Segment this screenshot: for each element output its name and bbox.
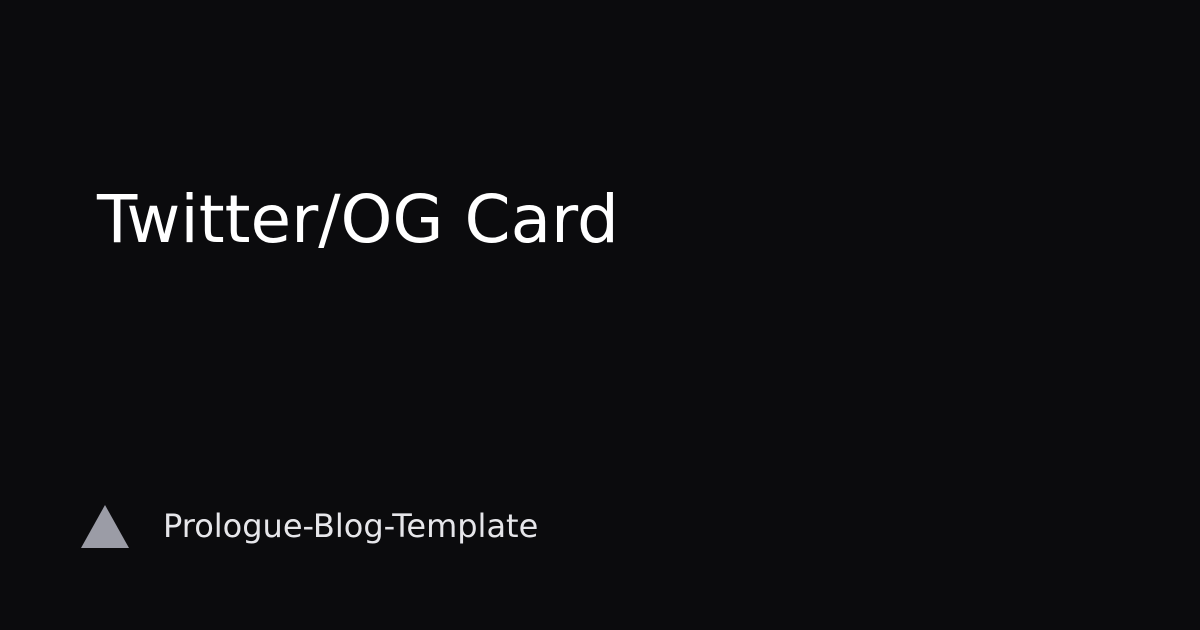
card-title: Twitter/OG Card: [97, 181, 619, 258]
triangle-icon: [81, 504, 129, 548]
card-footer: Prologue-Blog-Template: [80, 502, 538, 550]
site-name: Prologue-Blog-Template: [163, 507, 539, 545]
og-card: Twitter/OG Card Prologue-Blog-Template: [0, 0, 1200, 630]
